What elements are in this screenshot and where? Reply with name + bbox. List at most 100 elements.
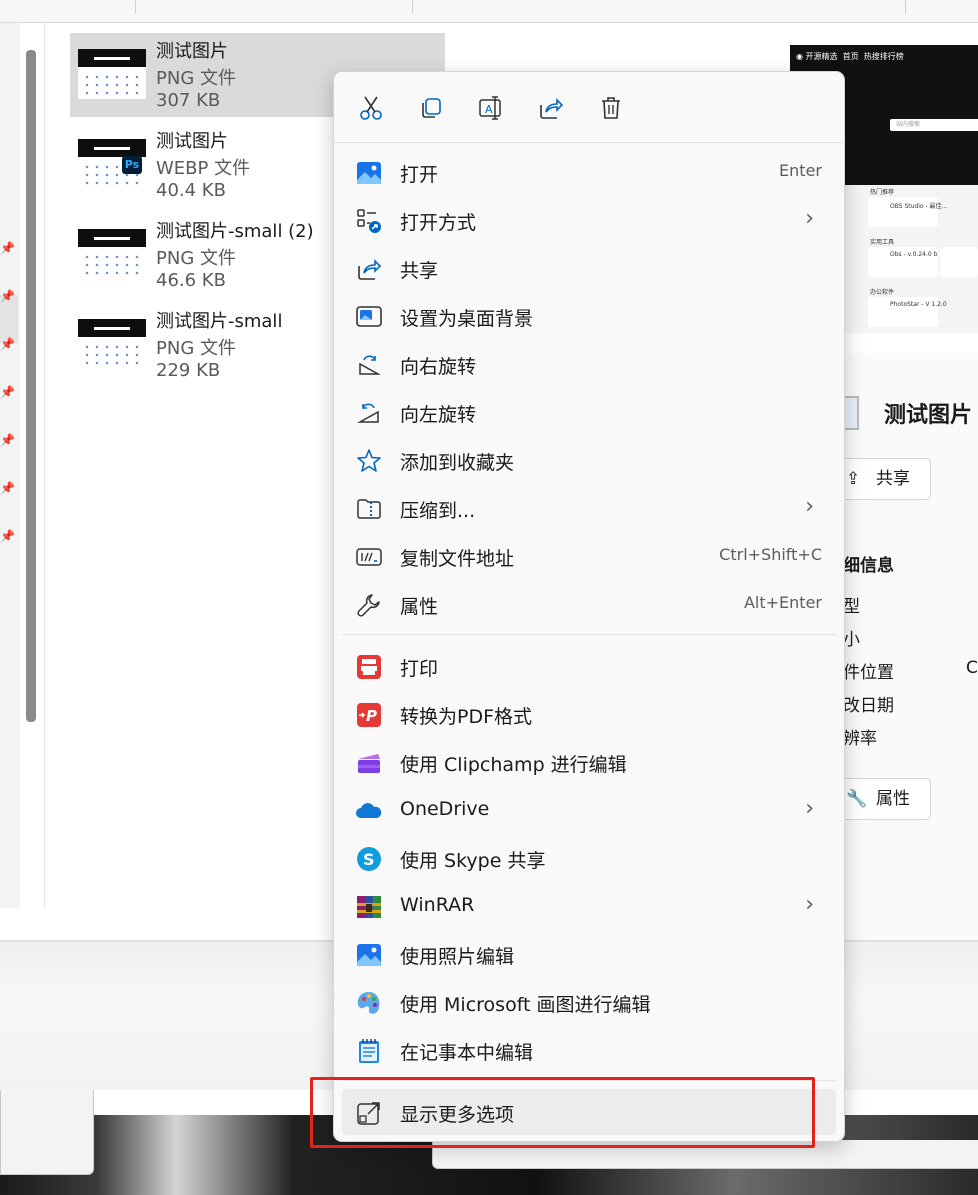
preview-section: 办公软件 [870, 289, 895, 296]
photos-icon [357, 944, 381, 966]
share-icon [540, 98, 564, 119]
rename-button[interactable]: A [476, 93, 506, 123]
svg-text:A: A [485, 103, 493, 116]
toolbar-separator [905, 0, 906, 14]
context-menu: A 打开 Enter 打开方式 › 共享 设置为桌面背景 向右旋转 向左旋转 添… [333, 71, 845, 1142]
menu-item-copy-path[interactable]: 复制文件地址 Ctrl+Shift+C [342, 533, 836, 579]
menu-item-convert-pdf[interactable]: P 转换为PDF格式 [342, 691, 836, 737]
rotate-left-icon [357, 403, 379, 423]
wrench-icon [357, 594, 380, 617]
scissors-icon [360, 96, 382, 120]
toolbar-strip [0, 0, 978, 23]
file-name: 测试图片 [156, 41, 228, 62]
svg-text:P: P [366, 707, 377, 725]
chevron-right-icon: › [805, 892, 814, 917]
rotate-right-icon [359, 355, 381, 375]
print-icon [357, 655, 381, 679]
pin-icon[interactable]: 📌 [0, 241, 15, 255]
pin-icon[interactable]: 📌 [0, 529, 15, 543]
pin-icon[interactable]: 📌 [0, 289, 15, 303]
menu-item-rotate-right[interactable]: 向右旋转 [342, 341, 836, 387]
preview-search: 站内搜索 [890, 119, 978, 131]
nav-scrollbar-thumb[interactable] [26, 50, 36, 722]
notepad-icon [359, 1039, 379, 1063]
cut-button[interactable] [356, 93, 386, 123]
file-size: 229 KB [156, 360, 221, 381]
share-button[interactable] [536, 93, 566, 123]
preview-card: OBS Studio - 最佳... [868, 197, 947, 227]
preview-card [940, 247, 978, 277]
menu-item-properties[interactable]: 属性 Alt+Enter [342, 581, 836, 627]
pin-icon[interactable]: 📌 [0, 337, 15, 351]
open-with-icon [357, 209, 381, 233]
menu-item-open[interactable]: 打开 Enter [342, 149, 836, 195]
skype-icon: S [357, 847, 381, 871]
file-type: WEBP 文件 [156, 158, 251, 179]
delete-button[interactable] [596, 93, 626, 123]
zip-icon [357, 499, 381, 519]
chevron-right-icon: › [805, 206, 814, 231]
pin-icon[interactable]: 📌 [0, 481, 15, 495]
menu-item-skype[interactable]: S 使用 Skype 共享 [342, 835, 836, 881]
toolbar-separator [412, 0, 413, 14]
toolbar-separator [135, 0, 136, 14]
wallpaper-icon [356, 306, 382, 327]
winrar-icon [357, 896, 381, 918]
share-icon [358, 259, 382, 280]
trash-icon [602, 97, 620, 119]
menu-item-open-with[interactable]: 打开方式 › [342, 197, 836, 243]
quick-actions-bar: A [334, 72, 844, 143]
highlight-annotation-box [310, 1077, 815, 1148]
file-type-icon [843, 396, 859, 430]
navigation-pane: 📌 📌 📌 📌 📌 📌 📌 [0, 23, 20, 908]
file-name: 测试图片-small [156, 311, 283, 332]
background-window[interactable] [0, 1090, 94, 1175]
menu-item-compress[interactable]: 压缩到... › [342, 485, 836, 531]
file-size: 46.6 KB [156, 270, 226, 291]
details-label: 型 [843, 597, 860, 617]
share-icon: ⇪ [846, 469, 861, 489]
menu-item-share[interactable]: 共享 [342, 245, 836, 291]
copy-icon [422, 98, 441, 118]
menu-item-edit-photos[interactable]: 使用照片编辑 [342, 931, 836, 977]
wrench-icon: 🔧 [846, 789, 868, 809]
pdf-icon: P [357, 703, 381, 727]
preview-section: 热门推荐 [870, 189, 895, 196]
paint-icon [357, 992, 380, 1014]
chevron-right-icon: › [805, 796, 814, 821]
star-icon [357, 449, 381, 472]
shortcut-text: Ctrl+Shift+C [719, 545, 822, 564]
file-type: PNG 文件 [156, 248, 236, 269]
details-label: 件位置 [843, 663, 894, 683]
menu-divider [342, 634, 836, 635]
chevron-right-icon: › [805, 494, 814, 519]
pin-icon[interactable]: 📌 [0, 385, 15, 399]
menu-item-rotate-left[interactable]: 向左旋转 [342, 389, 836, 435]
shortcut-text: Enter [779, 161, 822, 180]
clipchamp-icon [358, 754, 380, 773]
copy-button[interactable] [416, 93, 446, 123]
menu-item-clipchamp[interactable]: 使用 Clipchamp 进行编辑 [342, 739, 836, 785]
file-size: 307 KB [156, 90, 221, 111]
details-label: 改日期 [843, 696, 894, 716]
details-value: C [966, 658, 978, 678]
pane-divider [44, 23, 45, 908]
menu-item-onedrive[interactable]: OneDrive › [342, 787, 836, 833]
details-share-button[interactable]: ⇪ 共享 [835, 458, 931, 500]
details-label: 小 [843, 630, 860, 650]
preview-section: 实用工具 [870, 239, 895, 246]
pin-icon[interactable]: 📌 [0, 433, 15, 447]
photos-icon [357, 162, 381, 184]
details-properties-button[interactable]: 🔧 属性 [835, 778, 931, 820]
menu-item-paint[interactable]: 使用 Microsoft 画图进行编辑 [342, 979, 836, 1025]
menu-item-set-wallpaper[interactable]: 设置为桌面背景 [342, 293, 836, 339]
file-type: PNG 文件 [156, 338, 236, 359]
menu-item-notepad[interactable]: 在记事本中编辑 [342, 1027, 836, 1073]
menu-item-add-favorites[interactable]: 添加到收藏夹 [342, 437, 836, 483]
file-type: PNG 文件 [156, 68, 236, 89]
menu-item-print[interactable]: 打印 [342, 643, 836, 689]
photoshop-badge-icon: Ps [122, 156, 142, 174]
menu-item-winrar[interactable]: WinRAR › [342, 883, 836, 929]
shortcut-text: Alt+Enter [743, 593, 822, 612]
file-thumbnail [78, 49, 146, 99]
